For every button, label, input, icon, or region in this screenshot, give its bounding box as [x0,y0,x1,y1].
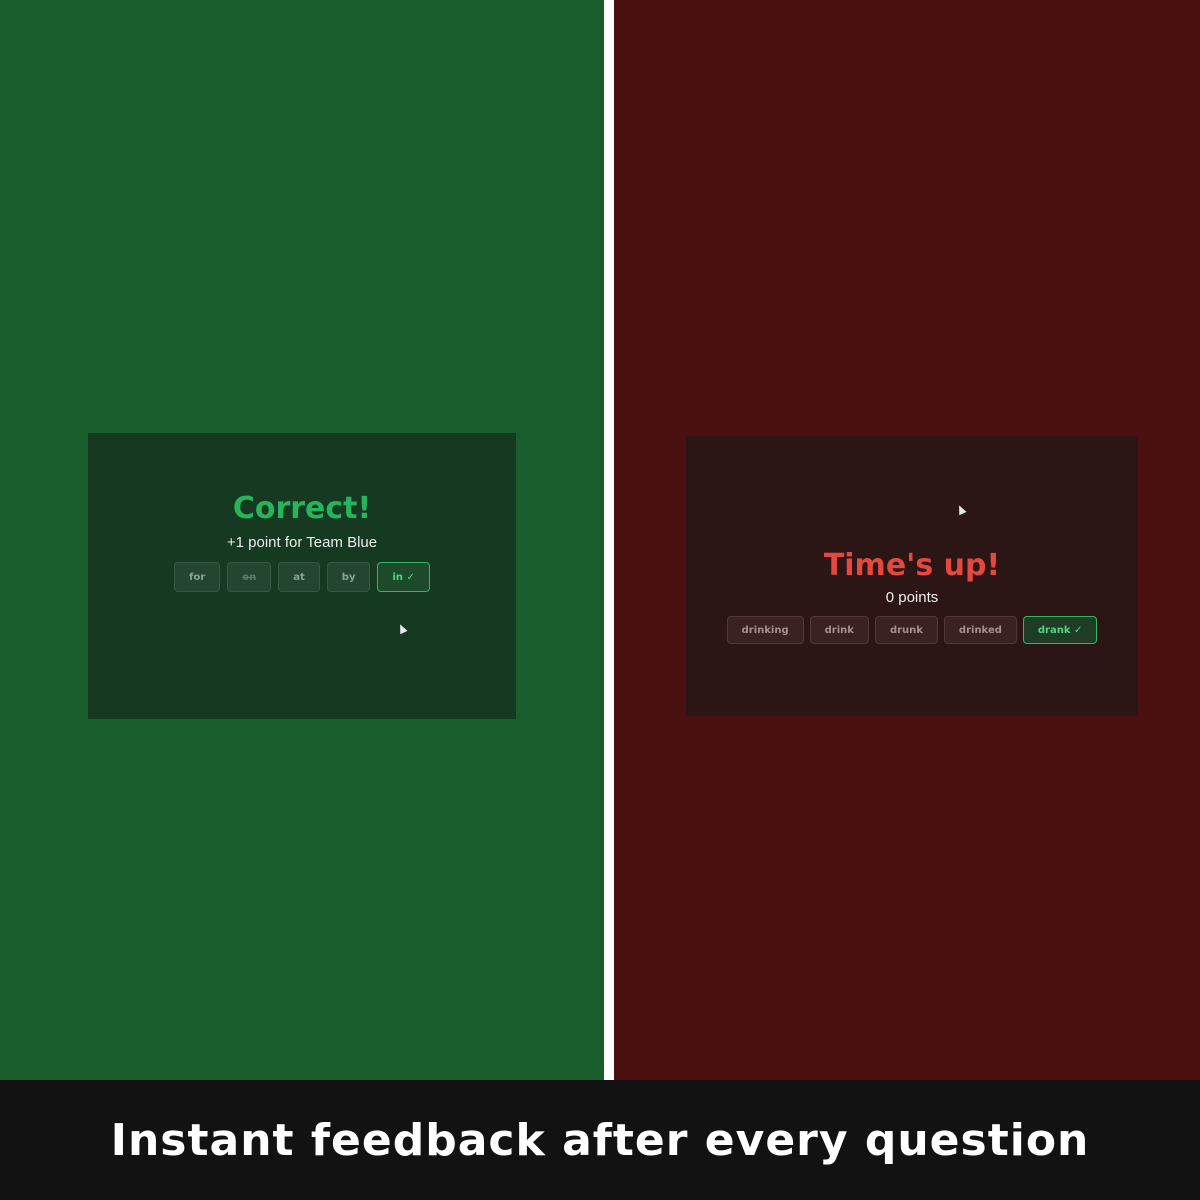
option-drinking[interactable]: drinking [726,616,804,644]
option-drinked[interactable]: drinked [943,616,1017,644]
panel-divider [604,0,614,1080]
answer-options-left: for on at by in ✓ [88,562,516,592]
mouse-cursor-icon [396,622,408,635]
option-at[interactable]: at [278,562,320,592]
timeout-headline: Time's up! [823,548,1001,583]
option-by[interactable]: by [326,562,371,592]
points-zero-text: 0 points [885,589,939,606]
option-for[interactable]: for [174,562,221,592]
correct-feedback-panel: Correct! +1 point for Team Blue for on a… [0,0,604,1080]
option-drink[interactable]: drink [809,616,869,644]
option-on[interactable]: on [227,562,272,592]
correct-headline: Correct! [232,491,372,526]
mouse-cursor-icon [955,503,967,516]
option-drunk[interactable]: drunk [874,616,938,644]
stage: Correct! +1 point for Team Blue for on a… [0,0,1200,1200]
option-drank-correct[interactable]: drank ✓ [1022,616,1098,644]
answer-options-right: drinking drink drunk drinked drank ✓ [686,616,1138,644]
caption-text: Instant feedback after every question [110,1114,1090,1166]
timeout-feedback-card: Time's up! 0 points drinking drink drunk… [686,436,1138,716]
points-awarded-text: +1 point for Team Blue [226,534,378,551]
correct-feedback-card: Correct! +1 point for Team Blue for on a… [88,433,516,719]
caption-bar: Instant feedback after every question [0,1080,1200,1200]
option-in-correct[interactable]: in ✓ [377,562,430,592]
